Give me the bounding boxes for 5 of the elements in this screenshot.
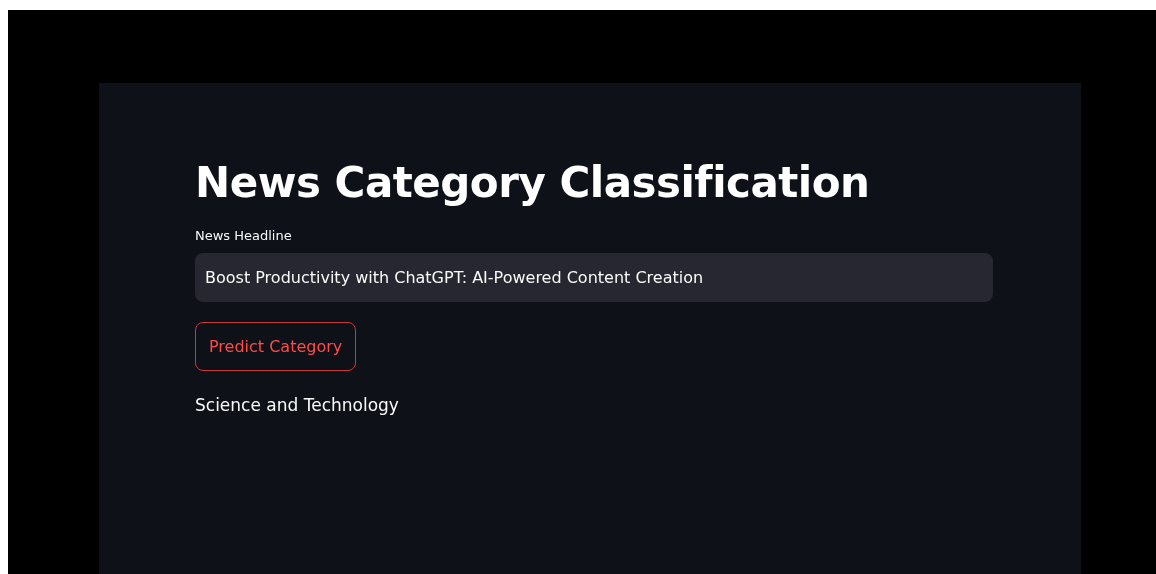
page-title: News Category Classification: [195, 157, 871, 209]
field-label: News Headline: [195, 227, 293, 245]
predict-button[interactable]: Predict Category: [195, 322, 357, 371]
prediction-result: Science and Technology: [195, 394, 400, 417]
headline-input[interactable]: Boost Productivity with ChatGPT: AI-Powered Content Creation: [195, 253, 993, 302]
